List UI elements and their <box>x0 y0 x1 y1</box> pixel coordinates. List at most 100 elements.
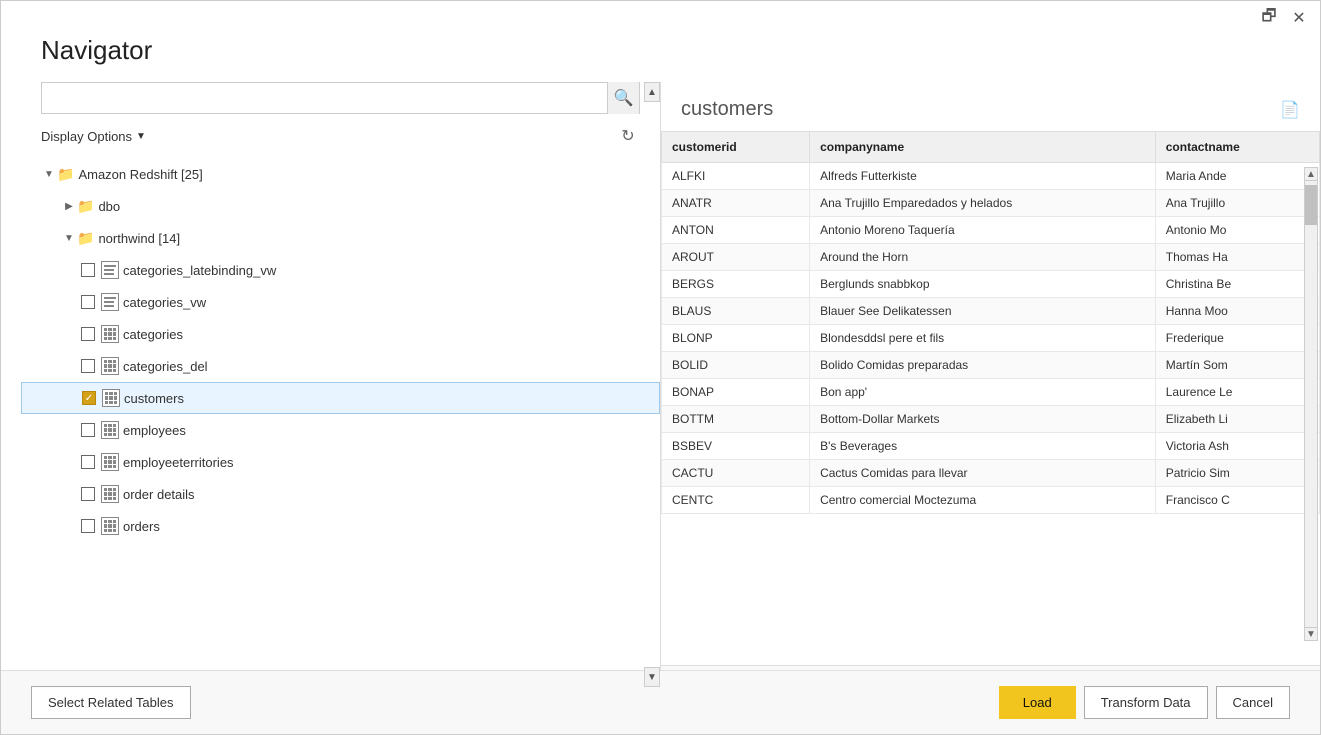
table-column-header: contactname <box>1155 132 1319 163</box>
scroll-down-icon[interactable]: ▼ <box>644 667 660 687</box>
data-table-wrap: customeridcompanynamecontactname ALFKIAl… <box>661 131 1320 665</box>
table-cell: ANATR <box>662 190 810 217</box>
search-icon[interactable]: 🔍 <box>607 82 639 114</box>
table-icon <box>102 389 120 407</box>
scroll-thumb[interactable] <box>1305 185 1317 225</box>
select-related-tables-button[interactable]: Select Related Tables <box>31 686 191 719</box>
table-row: ALFKIAlfreds FutterkisteMaria Ande <box>662 163 1320 190</box>
table-column-header: companyname <box>810 132 1156 163</box>
expand-toggle-dbo[interactable]: ▶ <box>61 201 77 212</box>
scroll-track <box>1304 181 1318 627</box>
tree-node-dbo[interactable]: ▶ 📁 dbo <box>21 190 660 222</box>
tree-item[interactable]: categories_latebinding_vw <box>21 254 660 286</box>
expand-toggle-northwind[interactable]: ▼ <box>61 233 77 244</box>
table-cell: BOTTM <box>662 406 810 433</box>
refresh-icon[interactable]: ↻ <box>616 124 640 148</box>
preview-header: customers 📄 <box>661 82 1320 131</box>
table-icon <box>101 485 119 503</box>
table-row: ANTONAntonio Moreno TaqueríaAntonio Mo <box>662 217 1320 244</box>
tree-items-list: categories_latebinding_vwcategories_vwca… <box>21 254 660 542</box>
tree-item[interactable]: order details <box>21 478 660 510</box>
tree-item[interactable]: categories_vw <box>21 286 660 318</box>
table-cell: Laurence Le <box>1155 379 1319 406</box>
folder-icon-amazon: 📁 <box>57 166 74 183</box>
tree-item[interactable]: orders <box>21 510 660 542</box>
scroll-down-arrow[interactable]: ▼ <box>1304 627 1318 641</box>
tree-item-checkbox[interactable] <box>81 519 95 533</box>
scroll-up-icon[interactable]: ▲ <box>644 82 660 102</box>
view-icon <box>101 261 119 279</box>
tree-node-amazon[interactable]: ▼ 📁 Amazon Redshift [25] <box>21 158 660 190</box>
restore-button[interactable]: 🗗 <box>1260 9 1278 27</box>
right-panel: customers 📄 customeridcompanynamecontact… <box>661 82 1320 687</box>
tree-item-checkbox[interactable] <box>81 487 95 501</box>
load-button[interactable]: Load <box>999 686 1076 719</box>
tree-item[interactable]: employees <box>21 414 660 446</box>
table-row: BONAPBon app'Laurence Le <box>662 379 1320 406</box>
search-bar: 🔍 <box>41 82 640 114</box>
tree-node-northwind[interactable]: ▼ 📁 northwind [14] <box>21 222 660 254</box>
tree-item-checkbox[interactable] <box>81 423 95 437</box>
table-cell: Christina Be <box>1155 271 1319 298</box>
table-row: AROUTAround the HornThomas Ha <box>662 244 1320 271</box>
tree-item[interactable]: categories <box>21 318 660 350</box>
table-cell: Bon app' <box>810 379 1156 406</box>
table-row: BLONPBlondesddsl pere et filsFrederique <box>662 325 1320 352</box>
table-cell: Alfreds Futterkiste <box>810 163 1156 190</box>
expand-toggle-amazon[interactable]: ▼ <box>41 169 57 180</box>
chevron-down-icon: ▼ <box>136 131 146 142</box>
tree-node-dbo-label: dbo <box>98 199 120 214</box>
table-row: BOLIDBolido Comidas preparadasMartín Som <box>662 352 1320 379</box>
table-cell: Blauer See Delikatessen <box>810 298 1156 325</box>
table-cell: CACTU <box>662 460 810 487</box>
tree-item-label: employees <box>123 423 186 438</box>
tree-item-checkbox[interactable] <box>81 263 95 277</box>
tree-item[interactable]: ✓ customers <box>21 382 660 414</box>
page-title: Navigator <box>1 35 1320 82</box>
tree-item-checkbox[interactable] <box>81 295 95 309</box>
table-cell: Francisco C <box>1155 487 1319 514</box>
table-cell: Antonio Mo <box>1155 217 1319 244</box>
table-cell: BLAUS <box>662 298 810 325</box>
table-row: ANATRAna Trujillo Emparedados y heladosA… <box>662 190 1320 217</box>
display-options-label: Display Options <box>41 129 132 144</box>
scroll-up-arrow[interactable]: ▲ <box>1304 167 1318 181</box>
tree-item-checkbox[interactable]: ✓ <box>82 391 96 405</box>
table-cell: Berglunds snabbkop <box>810 271 1156 298</box>
table-icon <box>101 421 119 439</box>
table-cell: Antonio Moreno Taquería <box>810 217 1156 244</box>
tree-item-checkbox[interactable] <box>81 327 95 341</box>
table-cell: BLONP <box>662 325 810 352</box>
export-icon[interactable]: 📄 <box>1280 100 1300 120</box>
tree-item-label: categories <box>123 327 183 342</box>
tree-node-amazon-label: Amazon Redshift [25] <box>78 167 202 182</box>
display-options-button[interactable]: Display Options ▼ <box>41 129 146 144</box>
table-cell: Bottom-Dollar Markets <box>810 406 1156 433</box>
tree-item-checkbox[interactable] <box>81 359 95 373</box>
table-cell: Bolido Comidas preparadas <box>810 352 1156 379</box>
table-cell: Centro comercial Moctezuma <box>810 487 1156 514</box>
table-row: BOTTMBottom-Dollar MarketsElizabeth Li <box>662 406 1320 433</box>
tree-item-label: customers <box>124 391 184 406</box>
table-cell: BOLID <box>662 352 810 379</box>
table-cell: CENTC <box>662 487 810 514</box>
table-cell: B's Beverages <box>810 433 1156 460</box>
table-icon <box>101 357 119 375</box>
tree-item[interactable]: categories_del <box>21 350 660 382</box>
table-cell: ALFKI <box>662 163 810 190</box>
table-scroll-container[interactable]: customeridcompanynamecontactname ALFKIAl… <box>661 131 1320 514</box>
tree-item[interactable]: employeeterritories <box>21 446 660 478</box>
table-cell: Elizabeth Li <box>1155 406 1319 433</box>
vertical-scrollbar[interactable]: ▲ ▼ <box>1304 167 1318 641</box>
tree-container[interactable]: ▼ 📁 Amazon Redshift [25] ▶ 📁 dbo ▼ 📁 nor… <box>1 158 660 687</box>
main-layout: 🔍 Display Options ▼ ↻ ▼ 📁 Amazon Redshif… <box>1 82 1320 687</box>
cancel-button[interactable]: Cancel <box>1216 686 1290 719</box>
close-button[interactable]: ✕ <box>1290 9 1308 27</box>
transform-data-button[interactable]: Transform Data <box>1084 686 1208 719</box>
table-row: BLAUSBlauer See DelikatessenHanna Moo <box>662 298 1320 325</box>
tree-item-checkbox[interactable] <box>81 455 95 469</box>
preview-title: customers <box>681 98 773 121</box>
table-cell: Around the Horn <box>810 244 1156 271</box>
folder-icon-northwind: 📁 <box>77 230 94 247</box>
search-input[interactable] <box>42 83 607 113</box>
